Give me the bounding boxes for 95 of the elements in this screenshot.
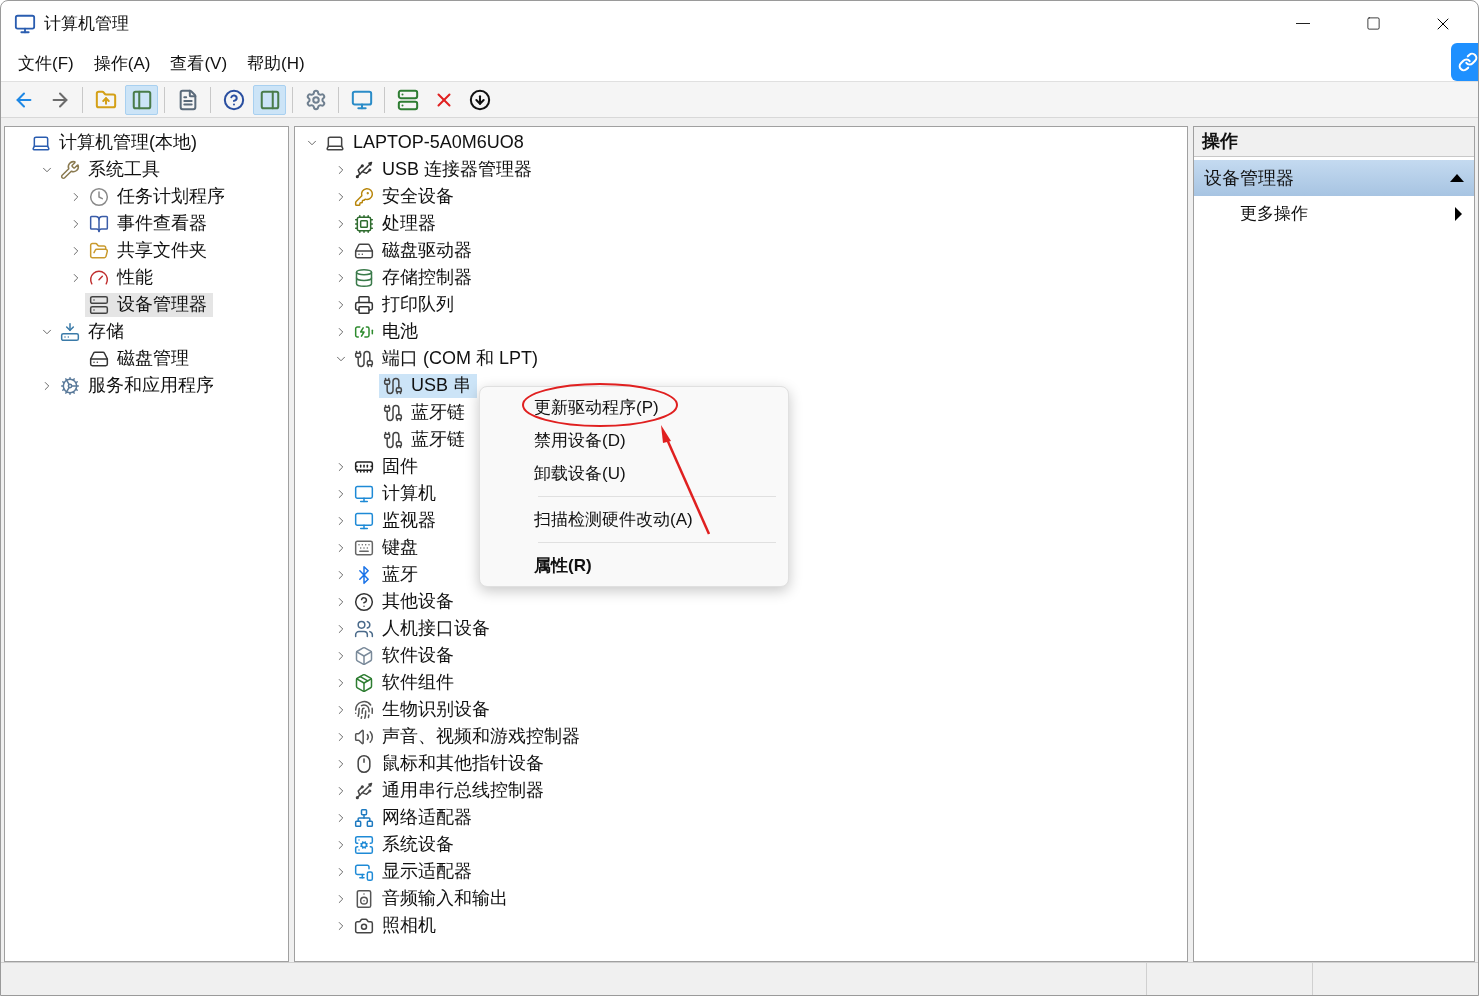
link-button[interactable] xyxy=(1451,43,1478,81)
minimize-icon xyxy=(1296,23,1310,24)
tree-item[interactable]: 系统设备 xyxy=(350,832,460,857)
printer-icon xyxy=(354,294,374,315)
tree-item[interactable]: 电池 xyxy=(350,319,424,344)
download-icon xyxy=(468,88,491,111)
port-icon xyxy=(354,348,374,369)
port-icon xyxy=(383,429,403,450)
tree-item[interactable]: 音频输入和输出 xyxy=(350,886,514,911)
tree-item[interactable]: 任务计划程序 xyxy=(85,184,231,209)
menu-item[interactable]: 查看(V) xyxy=(161,50,237,77)
context-menu-item[interactable]: 属性(R) xyxy=(484,549,784,582)
fingerprint-icon xyxy=(354,699,374,720)
context-menu-item[interactable]: 卸载设备(U) xyxy=(484,457,784,490)
tree-item[interactable]: 监视器 xyxy=(350,508,442,533)
tree-item[interactable]: 服务和应用程序 xyxy=(56,373,220,398)
storage-icon xyxy=(354,267,374,288)
action-link[interactable]: 更多操作 xyxy=(1194,196,1474,232)
services-icon xyxy=(60,375,80,396)
tree-item[interactable]: 鼠标和其他指针设备 xyxy=(350,751,550,776)
tree-item[interactable]: 固件 xyxy=(350,454,424,479)
key-icon xyxy=(354,186,374,207)
tree-item[interactable]: 安全设备 xyxy=(350,184,460,209)
context-menu-item[interactable]: 更新驱动程序(P) xyxy=(484,391,784,424)
tree-item[interactable]: 蓝牙链 xyxy=(379,427,471,452)
tree-item[interactable]: 网络适配器 xyxy=(350,805,478,830)
tree-item[interactable]: 事件查看器 xyxy=(85,211,213,236)
tree-item[interactable]: 磁盘管理 xyxy=(85,346,195,371)
monitor-icon xyxy=(354,510,374,531)
system-icon xyxy=(354,834,374,855)
tree-item[interactable]: USB 串 xyxy=(379,373,477,398)
usb-icon xyxy=(354,780,374,801)
clock-icon xyxy=(89,186,109,207)
tree-item[interactable]: 计算机管理(本地) xyxy=(27,130,203,155)
menu-item[interactable]: 操作(A) xyxy=(84,50,160,77)
tree-item[interactable]: 磁盘驱动器 xyxy=(350,238,478,263)
tree-item[interactable]: 生物识别设备 xyxy=(350,697,496,722)
usb-icon xyxy=(354,159,374,180)
tree-item[interactable]: 存储控制器 xyxy=(350,265,478,290)
speaker-icon xyxy=(354,888,374,909)
tree-item[interactable]: 系统工具 xyxy=(56,157,166,182)
package-icon xyxy=(354,672,374,693)
tree-item[interactable]: 显示适配器 xyxy=(350,859,478,884)
collapse-triangle-icon xyxy=(1450,174,1464,182)
tree-item[interactable]: 其他设备 xyxy=(350,589,460,614)
tree-item[interactable]: 软件设备 xyxy=(350,643,460,668)
tree-item[interactable]: 蓝牙链 xyxy=(379,400,471,425)
unknown-device-icon xyxy=(354,591,374,612)
app-icon xyxy=(14,12,36,35)
tools-icon xyxy=(60,159,80,180)
tree-item[interactable]: LAPTOP-5A0M6UO8 xyxy=(321,130,530,155)
folder-icon xyxy=(89,240,109,261)
menu-item[interactable]: 帮助(H) xyxy=(238,50,314,77)
panel-icon xyxy=(258,88,281,111)
tree-item[interactable]: 处理器 xyxy=(350,211,442,236)
tree-item[interactable]: 照相机 xyxy=(350,913,442,938)
maximize-icon xyxy=(1365,16,1381,31)
context-menu-item[interactable]: 扫描检测硬件改动(A) xyxy=(484,503,784,536)
section-header[interactable]: 设备管理器 xyxy=(1194,160,1474,196)
device-icon xyxy=(89,294,109,315)
tree-item[interactable]: 打印队列 xyxy=(350,292,460,317)
tree-item[interactable]: 计算机 xyxy=(350,481,442,506)
box-icon xyxy=(354,645,374,666)
people-icon xyxy=(354,618,374,639)
monitor-icon xyxy=(350,88,373,111)
tree-item[interactable]: 声音、视频和游戏控制器 xyxy=(350,724,586,749)
menu-item[interactable]: 文件(F) xyxy=(9,50,83,77)
chip-icon xyxy=(354,213,374,234)
server-icon xyxy=(396,88,419,111)
tree-item[interactable]: 共享文件夹 xyxy=(85,238,213,263)
tree-item[interactable]: 存储 xyxy=(56,319,130,344)
help-icon xyxy=(222,88,245,111)
mouse-icon xyxy=(354,753,374,774)
tree-item[interactable]: 设备管理器 xyxy=(85,292,213,317)
window-title: 计算机管理 xyxy=(44,12,129,35)
storage-icon xyxy=(60,321,80,342)
port-icon xyxy=(383,402,403,423)
folder-icon xyxy=(94,88,117,111)
gear-icon xyxy=(304,88,327,111)
context-menu-item[interactable]: 禁用设备(D) xyxy=(484,424,784,457)
log-icon xyxy=(89,213,109,234)
tree-item[interactable]: 性能 xyxy=(85,265,159,290)
monitor-icon xyxy=(354,483,374,504)
tree-item[interactable]: 软件组件 xyxy=(350,670,460,695)
tree-item[interactable]: 人机接口设备 xyxy=(350,616,496,641)
tree-item[interactable]: USB 连接器管理器 xyxy=(350,157,538,182)
tree-item[interactable]: 端口 (COM 和 LPT) xyxy=(350,346,544,371)
tree-item[interactable]: 通用串行总线控制器 xyxy=(350,778,550,803)
tree-item[interactable]: 键盘 xyxy=(350,535,424,560)
submenu-triangle-icon xyxy=(1455,207,1462,221)
pane-header: 操作 xyxy=(1194,127,1474,157)
panel-icon xyxy=(130,88,153,111)
network-icon xyxy=(354,807,374,828)
tree-item[interactable]: 蓝牙 xyxy=(350,562,424,587)
port-icon xyxy=(383,375,403,396)
